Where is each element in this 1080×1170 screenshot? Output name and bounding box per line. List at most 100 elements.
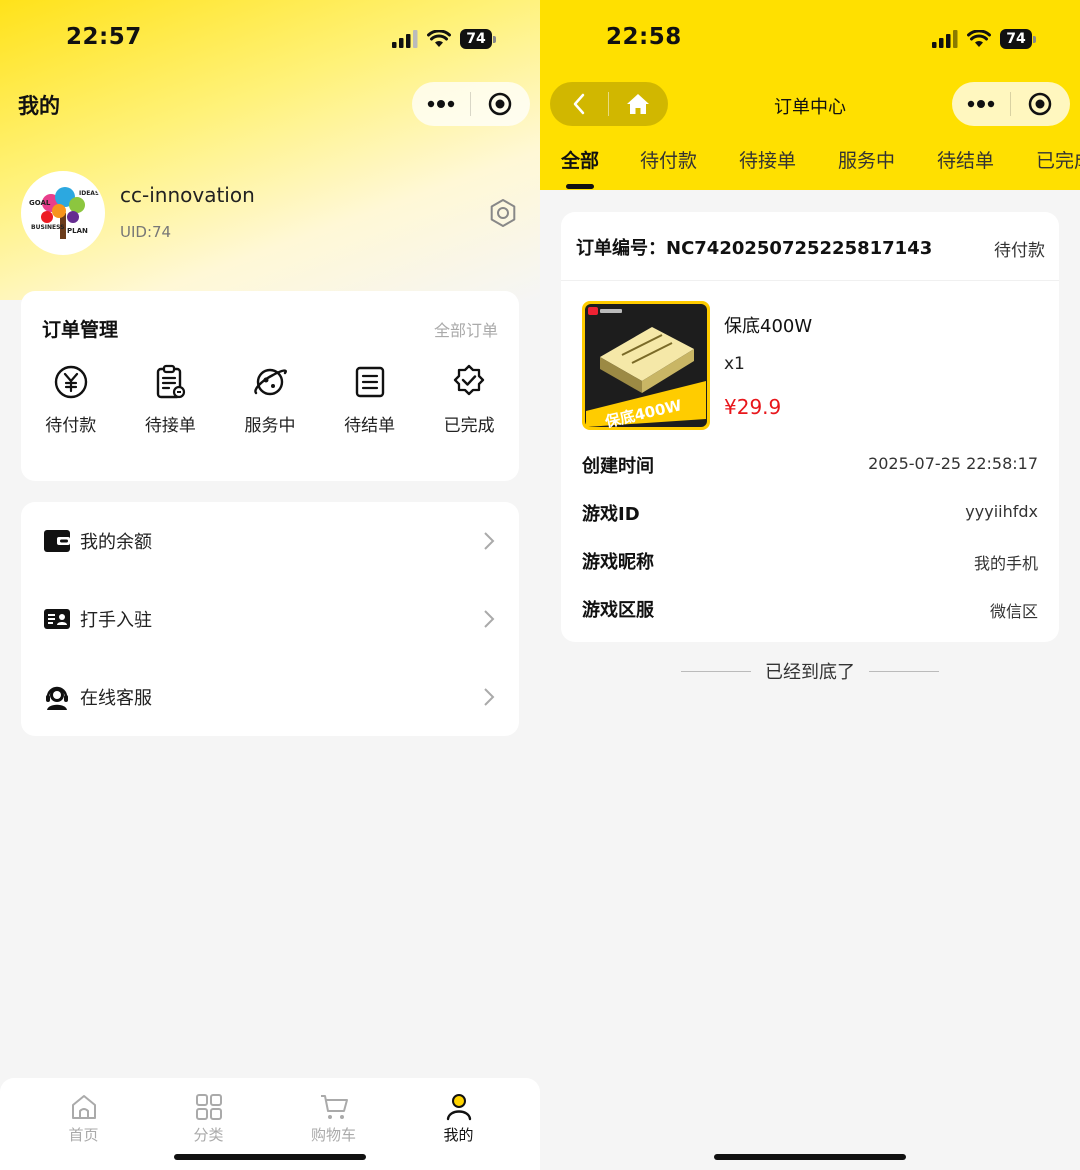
order-tabs: 全部 待付款 待接单 服务中 待结单 已完成	[540, 146, 1080, 190]
svg-text:PLAN: PLAN	[67, 227, 88, 235]
chevron-right-icon	[484, 532, 495, 550]
tab-cart-label: 购物车	[310, 1126, 356, 1144]
status-bar: 22:58 74	[540, 0, 1080, 80]
order-pending-accept[interactable]: 待接单	[121, 363, 221, 436]
status-time: 22:58	[606, 24, 682, 50]
order-pending-settle-label: 待结单	[344, 416, 396, 436]
document-list-icon	[355, 366, 384, 398]
order-pending-payment[interactable]: 待付款	[21, 363, 121, 436]
headset-icon	[46, 686, 68, 710]
clipboard-icon	[157, 364, 186, 399]
tab-pending-payment[interactable]: 待付款	[640, 146, 697, 173]
order-pending-settle[interactable]: 待结单	[320, 363, 420, 436]
more-dots-icon	[967, 100, 995, 108]
info-value: 我的手机	[973, 554, 1038, 573]
chevron-right-icon	[484, 610, 495, 628]
tab-pending-accept[interactable]: 待接单	[739, 146, 796, 173]
tab-pending-settle[interactable]: 待结单	[937, 146, 994, 173]
order-center-screen: 22:58 74 订单中心 全部 待付款 待接单 服务中 待结单 已完 订单编号…	[540, 0, 1080, 1170]
status-bar: 22:57 74	[0, 0, 540, 80]
info-label: 创建时间	[582, 456, 654, 477]
status-time: 22:57	[66, 24, 142, 50]
info-label: 游戏ID	[582, 504, 640, 525]
order-status-row: 待付款 待接单 服务中 待结单 已完成	[21, 363, 519, 436]
menu-item-support-label: 在线客服	[80, 688, 152, 709]
signal-icon	[932, 30, 958, 48]
info-row-game-id: 游戏ID yyyiihfdx	[582, 500, 1038, 530]
signal-icon	[392, 30, 418, 48]
order-status: 待付款	[994, 241, 1045, 261]
order-number-value: NC7420250725225817143	[666, 238, 933, 259]
badge-check-icon	[454, 364, 485, 396]
home-indicator	[174, 1154, 366, 1160]
close-miniprogram-button[interactable]	[471, 82, 529, 126]
order-number: 订单编号：NC7420250725225817143	[576, 234, 932, 260]
miniprogram-capsule	[412, 82, 530, 126]
divider-line	[869, 670, 939, 672]
product-price: ¥29.9	[724, 395, 782, 419]
order-number-label: 订单编号：	[576, 238, 666, 259]
order-management-card: 订单管理 全部订单 待付款 待接单 服务中 待结单 已完成	[21, 291, 519, 481]
wifi-icon	[967, 30, 991, 47]
menu-item-balance-label: 我的余额	[80, 532, 152, 553]
svg-text:BUSINESS: BUSINESS	[31, 224, 65, 231]
battery-level: 74	[1000, 29, 1032, 49]
tab-mine-label: 我的	[443, 1126, 474, 1144]
tab-home-label: 首页	[68, 1126, 99, 1144]
order-pending-payment-label: 待付款	[45, 416, 97, 436]
order-in-service[interactable]: 服务中	[220, 363, 320, 436]
all-orders-link[interactable]: 全部订单	[434, 317, 498, 341]
menu-item-join[interactable]: 打手入驻	[21, 580, 519, 658]
end-of-list: 已经到底了	[540, 656, 1080, 686]
info-row-game-server: 游戏区服 微信区	[582, 596, 1038, 626]
username: cc-innovation	[120, 183, 255, 207]
divider	[561, 280, 1059, 281]
chevron-right-icon	[484, 688, 495, 706]
user-icon	[446, 1094, 471, 1121]
tab-in-service[interactable]: 服务中	[838, 146, 895, 173]
menu-card: 我的余额 打手入驻 在线客服	[21, 502, 519, 736]
info-value: 2025-07-25 22:58:17	[868, 454, 1038, 473]
menu-item-support[interactable]: 在线客服	[21, 658, 519, 736]
status-icons: 74	[932, 29, 1036, 49]
tab-completed[interactable]: 已完成	[1036, 146, 1080, 173]
order-completed-label: 已完成	[443, 416, 495, 436]
menu-item-balance[interactable]: 我的余额	[21, 502, 519, 580]
info-value: 微信区	[989, 602, 1038, 621]
id-card-icon	[44, 609, 70, 629]
tab-home[interactable]: 首页	[21, 1078, 146, 1170]
more-button[interactable]	[412, 82, 470, 126]
user-id: UID:74	[120, 223, 172, 241]
product-quantity: x1	[724, 354, 745, 374]
settings-icon[interactable]	[488, 198, 518, 228]
info-row-created-time: 创建时间 2025-07-25 22:58:17	[582, 452, 1038, 482]
svg-text:GOAL: GOAL	[29, 199, 51, 207]
battery-icon: 74	[1000, 29, 1036, 49]
menu-item-join-label: 打手入驻	[80, 610, 152, 631]
divider-line	[681, 670, 751, 672]
more-button[interactable]	[952, 82, 1010, 126]
info-label: 游戏区服	[582, 600, 654, 621]
tab-all[interactable]: 全部	[561, 146, 599, 173]
battery-level: 74	[460, 29, 492, 49]
order-management-title: 订单管理	[42, 319, 119, 341]
tab-mine[interactable]: 我的	[396, 1078, 521, 1170]
page-title: 我的	[18, 94, 60, 118]
order-card[interactable]: 订单编号：NC7420250725225817143 待付款 保底400W 保底…	[561, 212, 1059, 642]
order-completed[interactable]: 已完成	[419, 363, 519, 436]
product-image[interactable]: 保底400W	[582, 301, 710, 430]
target-icon	[488, 92, 512, 116]
close-miniprogram-button[interactable]	[1011, 82, 1069, 126]
end-of-list-text: 已经到底了	[765, 662, 855, 683]
product-name: 保底400W	[724, 316, 813, 337]
wifi-icon	[427, 30, 451, 47]
more-dots-icon	[427, 100, 455, 108]
active-tab-indicator	[566, 184, 594, 189]
info-label: 游戏昵称	[582, 552, 654, 573]
profile-screen: 22:57 74 我的 GOAL IDEAS BUSINESS PLAN cc-…	[0, 0, 540, 1170]
cart-icon	[320, 1095, 348, 1119]
grid-icon	[195, 1094, 222, 1120]
avatar[interactable]: GOAL IDEAS BUSINESS PLAN	[21, 171, 105, 255]
avatar-tree-logo: GOAL IDEAS BUSINESS PLAN	[29, 187, 99, 239]
product-thumbnail: 保底400W	[582, 301, 710, 430]
